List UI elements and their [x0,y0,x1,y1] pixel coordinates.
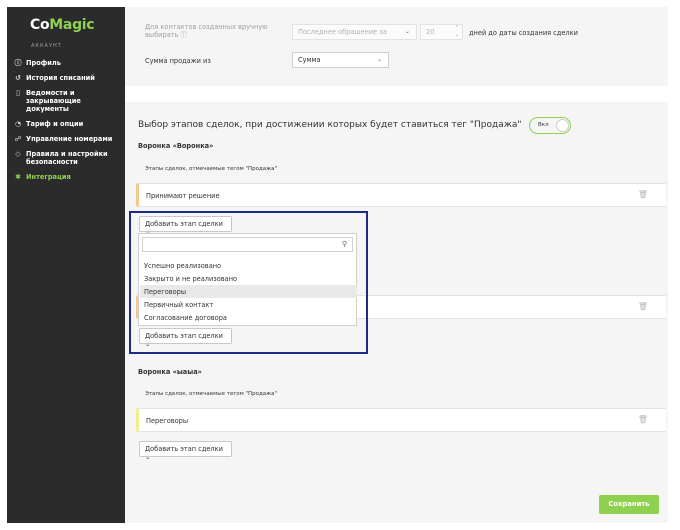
account-caption: АККАУНТ [31,43,62,49]
history-icon: ↺ [15,74,21,82]
sidebar-item-documents[interactable]: ▯ Ведомости и закрывающие документы [13,89,123,113]
puzzle-icon: ✱ [15,173,21,181]
sale-sum-label: Сумма продажи из [145,57,211,65]
sidebar-item-security[interactable]: ◇ Правила и настройки безопасности [13,150,123,166]
shield-icon: ◇ [15,150,21,158]
sidebar-item-label: Правила и настройки безопасности [26,150,108,166]
stage-marker [136,409,139,431]
trash-icon[interactable]: 🗑 [638,190,648,199]
stage-row: Переговоры 🗑 [136,408,666,432]
sidebar: CoMagic АККАУНТ ⓘ Профиль ↺ История списан… [7,7,125,523]
info-icon: ⓘ [14,59,22,67]
stage-label: Переговоры [146,417,189,425]
logo: CoMagic [30,17,95,33]
stage-marker [136,184,139,206]
save-button[interactable]: Сохранить [599,495,659,514]
sale-tag-toggle[interactable]: Вкл [529,117,571,134]
funnel-title: Воронка «Воронка» [138,142,214,150]
chevron-down-icon: ⌄ [404,28,410,35]
last-contact-select[interactable]: Последнее обращение за ⌄ [292,24,417,40]
sidebar-nav: ⓘ Профиль ↺ История списаний ▯ Ведомости и … [13,59,123,188]
add-stage-button[interactable]: Добавить этап сделки ⌄ [139,441,232,461]
sidebar-item-tariff[interactable]: ◔ Тариф и опции [13,120,123,128]
sidebar-item-label: Профиль [26,59,61,67]
document-icon: ▯ [16,89,20,97]
chevron-down-icon: ⌄ [376,56,382,63]
sidebar-item-numbers[interactable]: ☍ Управление номерами [13,135,123,143]
stage-row: Принимают решение 🗑 [136,183,666,207]
sidebar-item-billing-history[interactable]: ↺ История списаний [13,74,123,82]
sidebar-item-label: Управление номерами [26,135,113,143]
sidebar-item-label: Ведомости и закрывающие документы [26,89,81,113]
sidebar-item-label: История списаний [26,74,95,82]
highlight-box [129,211,368,354]
sidebar-item-integration[interactable]: ✱ Интеграция [13,173,123,181]
stages-caption: Этапы сделок, отмечаемые тегом "Продажа" [145,166,278,172]
sale-sum-select[interactable]: Сумма ⌄ [292,52,389,68]
toggle-knob [556,119,569,132]
section-title: Выбор этапов сделок, при достижении кото… [138,120,522,130]
sidebar-item-label: Интеграция [26,173,71,181]
sidebar-item-profile[interactable]: ⓘ Профиль [13,59,123,67]
days-suffix: дней до даты создания сделки [469,29,578,37]
stages-caption: Этапы сделок, отмечаемые тегом "Продажа" [145,391,278,397]
tariff-icon: ◔ [14,120,22,128]
stepper-icon[interactable]: ⌃ ⌄ [455,25,459,39]
days-input[interactable]: 20 ⌃ ⌄ [420,24,463,40]
trash-icon[interactable]: 🗑 [638,302,648,311]
manual-contacts-label: Для контактов созданных вручную выбирать… [145,23,268,39]
trash-icon[interactable]: 🗑 [638,415,648,424]
phone-icon: ☍ [14,135,22,143]
sidebar-item-label: Тариф и опции [26,120,84,128]
stage-label: Принимают решение [146,192,220,200]
settings-panel: Для контактов созданных вручную выбирать… [125,7,668,86]
funnel-title: Воронка «ыаыа» [138,368,202,376]
